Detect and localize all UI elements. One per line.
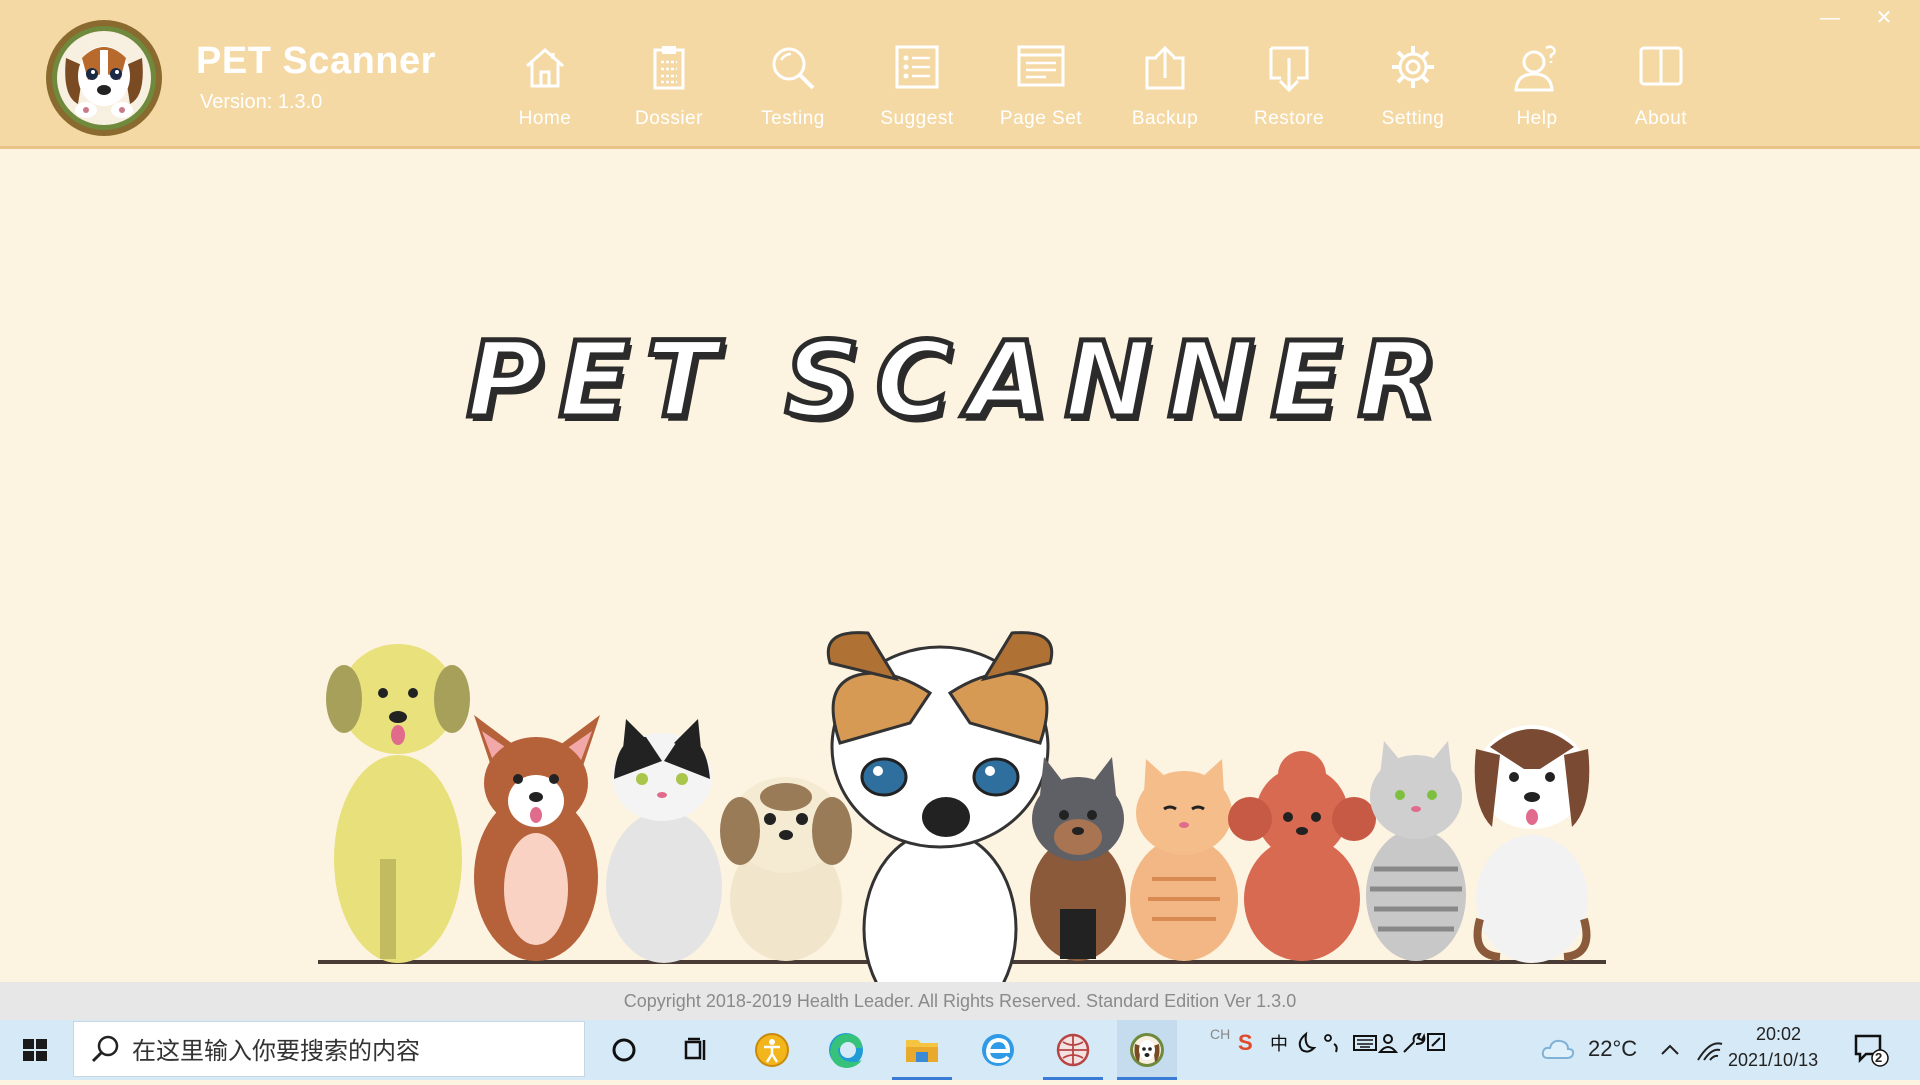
beagle-figure	[1473, 725, 1591, 963]
app-header: PET Scanner Version: 1.3.0 Home Dossier	[0, 0, 1920, 149]
taskbar-app-accessibility[interactable]	[742, 1020, 802, 1080]
nav-label: Setting	[1381, 108, 1445, 129]
list-icon	[895, 45, 939, 89]
clock-time[interactable]: 20:02	[1756, 1024, 1801, 1045]
clipboard-icon	[653, 46, 685, 90]
close-button[interactable]: ✕	[1862, 3, 1906, 33]
punctuation-icon	[1324, 1034, 1338, 1053]
orange-cat-figure	[1130, 759, 1238, 961]
download-icon	[1269, 46, 1309, 93]
yellow-dog-figure	[326, 644, 470, 963]
svg-text:S: S	[1238, 1030, 1253, 1055]
chevron-up-icon[interactable]	[1658, 1040, 1682, 1060]
page-layout-icon	[1017, 45, 1065, 87]
search-input[interactable]	[130, 1034, 574, 1068]
tuxedo-cat-figure	[606, 719, 722, 963]
taskbar-app-ie[interactable]	[968, 1020, 1028, 1080]
nav-setting-button[interactable]: Setting	[1358, 32, 1468, 138]
action-center-icon[interactable]	[1852, 1030, 1892, 1070]
nav-label: Help	[1516, 108, 1558, 129]
nav-testing-button[interactable]: Testing	[738, 32, 848, 138]
home-icon	[526, 47, 564, 88]
notification-count: 2	[1875, 1050, 1883, 1065]
nav-suggest-button[interactable]: Suggest	[862, 32, 972, 138]
gear-icon	[1392, 46, 1434, 88]
search-icon	[91, 1035, 119, 1063]
beagle-app-icon	[1130, 1033, 1164, 1067]
clock-date[interactable]: 2021/10/13	[1728, 1050, 1818, 1071]
nav-label: Restore	[1253, 108, 1325, 129]
beagle-logo	[46, 20, 162, 136]
edit-box-icon	[1427, 1033, 1445, 1051]
user-icon	[1377, 1034, 1399, 1053]
nav-label: Home	[518, 108, 572, 129]
main-content: PET SCANNER	[0, 149, 1920, 1053]
nav-label: About	[1634, 108, 1688, 129]
nav-label: Testing	[761, 108, 825, 129]
internet-explorer-icon	[982, 1034, 1014, 1066]
wrench-icon	[1403, 1032, 1426, 1053]
poodle-figure	[1228, 751, 1376, 961]
moon-icon	[1298, 1031, 1317, 1053]
tray-icons: S 中	[1238, 1030, 1445, 1055]
start-button[interactable]	[0, 1020, 70, 1080]
windows-logo-icon	[23, 1039, 47, 1061]
keyboard-icon	[1353, 1035, 1377, 1051]
nav-label: Suggest	[880, 108, 954, 129]
book-icon	[1639, 46, 1683, 86]
nav-dossier-button[interactable]: Dossier	[614, 32, 724, 138]
network-icon[interactable]	[1696, 1038, 1724, 1062]
magnifier-icon	[772, 47, 815, 90]
nav-home-button[interactable]: Home	[490, 32, 600, 138]
minimize-button[interactable]: —	[1808, 3, 1852, 33]
accessibility-icon	[755, 1033, 789, 1067]
copyright-footer: Copyright 2018-2019 Health Leader. All R…	[0, 982, 1920, 1020]
globe-app-icon	[1056, 1033, 1090, 1067]
app-version: Version: 1.3.0	[200, 91, 323, 113]
nav-label: Dossier	[635, 108, 703, 129]
taskbar-app-globe[interactable]	[1043, 1020, 1103, 1080]
tabby-cat-figure	[1366, 741, 1466, 961]
taskbar-app-file-explorer[interactable]	[892, 1020, 952, 1080]
user-question-icon	[1514, 45, 1556, 92]
main-title: PET SCANNER	[464, 317, 1454, 444]
nav-label: Page Set	[999, 108, 1083, 129]
cortana-circle-icon	[612, 1038, 636, 1062]
nav-restore-button[interactable]: Restore	[1234, 32, 1344, 138]
ime-indicator[interactable]: CH	[1210, 1026, 1230, 1042]
nav-backup-button[interactable]: Backup	[1110, 32, 1220, 138]
cortana-button[interactable]	[594, 1020, 654, 1080]
pets-illustration	[318, 631, 1606, 1053]
folder-icon	[906, 1040, 938, 1062]
edge-browser-icon	[829, 1033, 863, 1068]
task-view-button[interactable]	[666, 1020, 726, 1080]
nav-label: Backup	[1131, 108, 1199, 129]
corgi-figure	[474, 715, 600, 961]
app-title: PET Scanner	[196, 40, 436, 82]
cloud-weather-icon	[1541, 1039, 1575, 1059]
taskbar-search[interactable]	[73, 1021, 585, 1077]
yorkie-figure	[1030, 757, 1126, 961]
sogou-ime-icon: S	[1238, 1030, 1253, 1055]
terrier-figure	[826, 631, 1054, 1029]
taskbar-app-pet-scanner[interactable]	[1117, 1020, 1177, 1080]
chinese-mode-label: 中	[1270, 1034, 1288, 1055]
weather-temperature[interactable]: 22°C	[1588, 1036, 1637, 1062]
nav-about-button[interactable]: About	[1606, 32, 1716, 138]
taskbar-app-edge[interactable]	[816, 1020, 876, 1080]
windows-taskbar: CH S 中 22°C 20:02 2021/10/13 2	[0, 1020, 1920, 1080]
nav-help-button[interactable]: Help	[1482, 32, 1592, 138]
nav-page-set-button[interactable]: Page Set	[986, 32, 1096, 138]
shih-tzu-figure	[720, 777, 852, 961]
upload-icon	[1145, 45, 1185, 90]
task-view-icon	[684, 1037, 706, 1060]
